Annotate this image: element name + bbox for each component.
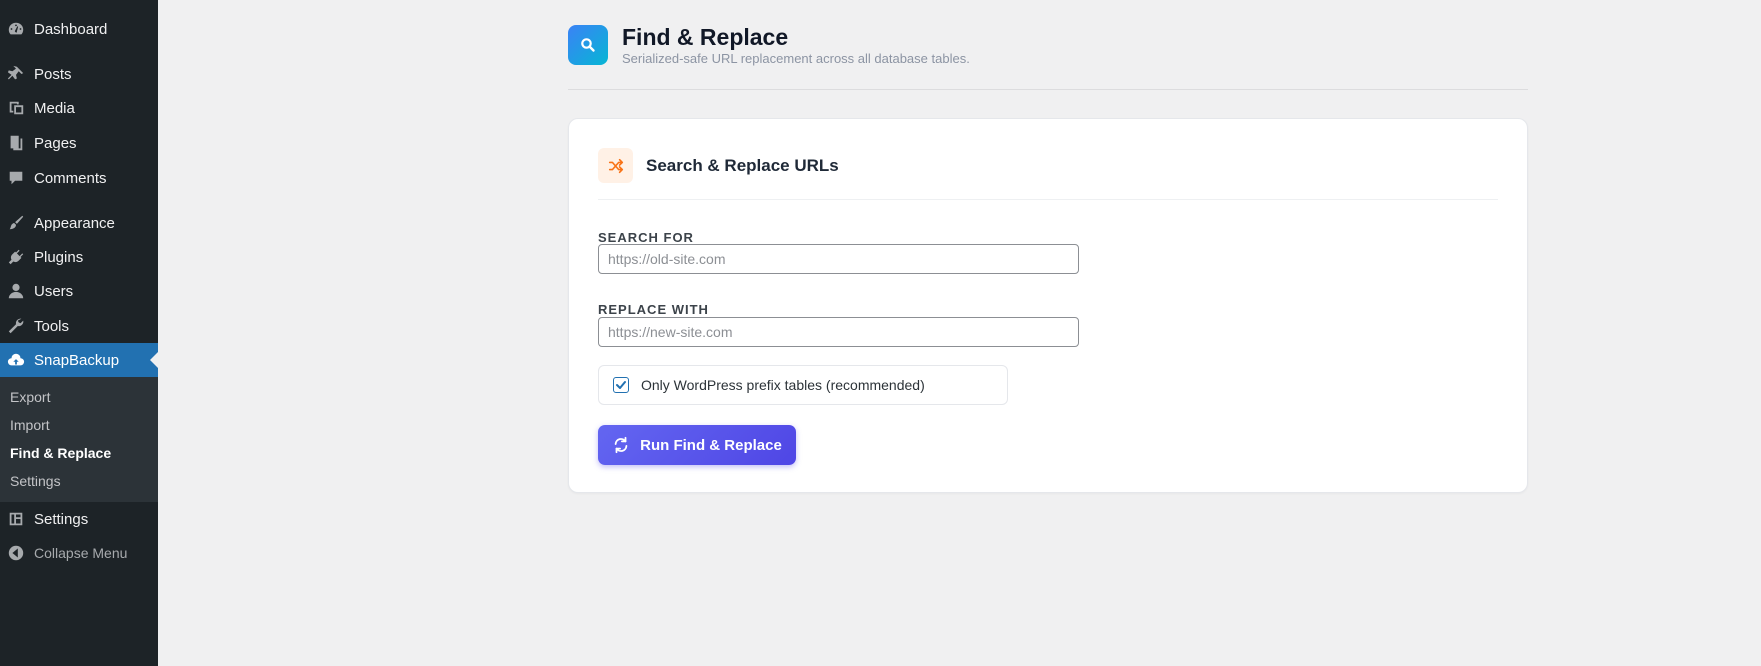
pin-icon [7, 65, 25, 83]
shuffle-icon [598, 148, 633, 183]
run-find-replace-button[interactable]: Run Find & Replace [598, 425, 796, 465]
cloud-upload-icon [7, 351, 25, 369]
collapse-icon [7, 544, 25, 562]
menu-label: SnapBackup [34, 351, 120, 369]
replace-input[interactable] [598, 317, 1079, 347]
menu-users[interactable]: Users [0, 274, 158, 308]
collapse-menu-button[interactable]: Collapse Menu [0, 536, 158, 570]
submenu-settings[interactable]: Settings [10, 471, 61, 491]
submenu-find-replace[interactable]: Find & Replace [10, 443, 111, 463]
menu-media[interactable]: Media [0, 91, 158, 125]
brush-icon [7, 214, 25, 232]
menu-label: Settings [34, 510, 89, 528]
submenu-import[interactable]: Import [10, 415, 50, 435]
admin-sidebar: Dashboard Posts Media Pages Comments App… [0, 0, 158, 666]
user-icon [7, 282, 25, 300]
menu-label: Media [34, 99, 75, 117]
collapse-label: Collapse Menu [34, 545, 128, 561]
menu-appearance[interactable]: Appearance [0, 206, 158, 240]
menu-label: Pages [34, 134, 77, 152]
snapbackup-submenu: Export Import Find & Replace Settings [0, 377, 158, 502]
menu-label: Users [34, 282, 74, 300]
wrench-icon [7, 317, 25, 335]
replace-label: REPLACE WITH [598, 302, 709, 317]
page-header: Find & Replace Serialized-safe URL repla… [568, 22, 1528, 90]
menu-posts[interactable]: Posts [0, 57, 158, 91]
menu-dashboard[interactable]: Dashboard [0, 12, 158, 46]
checkmark-icon [616, 381, 626, 389]
menu-comments[interactable]: Comments [0, 161, 158, 195]
menu-plugins[interactable]: Plugins [0, 240, 158, 274]
menu-settings[interactable]: Settings [0, 502, 158, 536]
menu-tools[interactable]: Tools [0, 309, 158, 343]
run-button-label: Run Find & Replace [640, 436, 782, 454]
search-replace-card: Search & Replace URLs SEARCH FOR REPLACE… [568, 118, 1528, 493]
search-icon [568, 25, 608, 65]
settings-icon [7, 510, 25, 528]
page-title: Find & Replace [622, 24, 789, 50]
menu-label: Posts [34, 65, 72, 83]
media-icon [7, 99, 25, 117]
comment-icon [7, 169, 25, 187]
dashboard-icon [7, 20, 25, 38]
menu-label: Appearance [34, 214, 115, 232]
card-header: Search & Replace URLs [598, 148, 1498, 200]
prefix-tables-checkbox[interactable] [613, 377, 629, 393]
pages-icon [7, 134, 25, 152]
plug-icon [7, 248, 25, 266]
menu-snapbackup[interactable]: SnapBackup [0, 343, 158, 377]
menu-label: Comments [34, 169, 107, 187]
menu-label: Tools [34, 317, 70, 335]
card-title: Search & Replace URLs [646, 156, 839, 175]
prefix-tables-option[interactable]: Only WordPress prefix tables (recommende… [598, 365, 1008, 405]
menu-pages[interactable]: Pages [0, 126, 158, 160]
menu-label: Dashboard [34, 20, 108, 38]
page-subtitle: Serialized-safe URL replacement across a… [622, 51, 970, 66]
submenu-export[interactable]: Export [10, 387, 50, 407]
prefix-tables-label: Only WordPress prefix tables (recommende… [641, 377, 925, 393]
refresh-icon [614, 436, 628, 454]
search-input[interactable] [598, 244, 1079, 274]
menu-label: Plugins [34, 248, 84, 266]
